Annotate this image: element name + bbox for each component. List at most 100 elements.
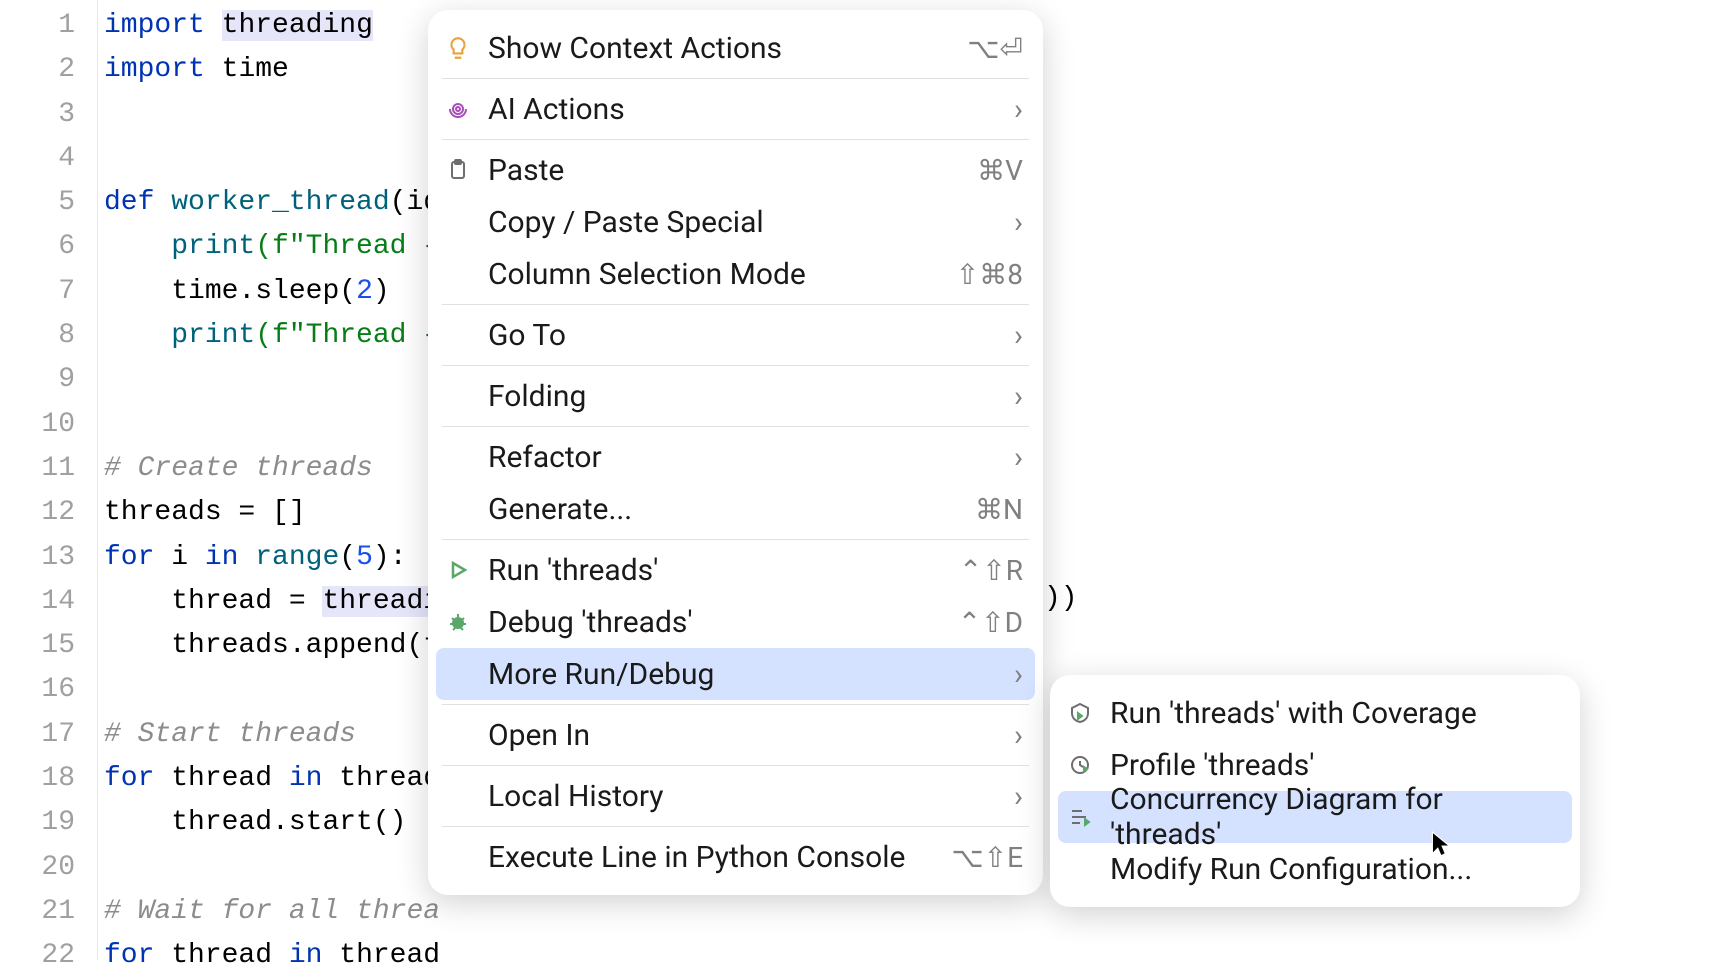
line-number: 13 <box>0 536 97 580</box>
menu-divider <box>442 765 1029 766</box>
line-number: 17 <box>0 713 97 757</box>
menu-item-more-run-debug[interactable]: More Run/Debug › <box>436 648 1035 700</box>
menu-item-paste[interactable]: Paste ⌘V <box>428 144 1043 196</box>
menu-label: Refactor <box>488 440 1014 475</box>
chevron-right-icon: › <box>1014 657 1023 692</box>
line-number: 5 <box>0 181 97 225</box>
gutter: 1 2 3 4 5 6 7 8 9 10 11 12 13 14 15 16 1… <box>0 0 98 960</box>
blank-icon <box>444 843 472 871</box>
menu-divider <box>442 704 1029 705</box>
submenu-item-modify-config[interactable]: Modify Run Configuration... <box>1050 843 1580 895</box>
menu-label: Modify Run Configuration... <box>1110 852 1560 887</box>
line-number: 1 <box>0 4 97 48</box>
line-number: 9 <box>0 358 97 402</box>
coverage-icon <box>1066 699 1094 727</box>
blank-icon <box>444 443 472 471</box>
menu-label: Debug 'threads' <box>488 605 958 640</box>
menu-shortcut: ⌥⏎ <box>967 32 1023 65</box>
line-number: 16 <box>0 668 97 712</box>
clipboard-icon <box>444 156 472 184</box>
menu-divider <box>442 826 1029 827</box>
menu-label: Folding <box>488 379 1014 414</box>
menu-item-run[interactable]: Run 'threads' ⌃⇧R <box>428 544 1043 596</box>
concurrency-icon <box>1066 803 1094 831</box>
chevron-right-icon: › <box>1014 718 1023 753</box>
more-run-debug-submenu: Run 'threads' with Coverage Profile 'thr… <box>1050 675 1580 907</box>
code-line[interactable]: for thread in thread <box>104 934 1718 978</box>
menu-item-refactor[interactable]: Refactor › <box>428 431 1043 483</box>
code-fragment: )) <box>1044 583 1078 614</box>
menu-divider <box>442 304 1029 305</box>
menu-label: Open In <box>488 718 1014 753</box>
blank-icon <box>444 660 472 688</box>
line-number: 14 <box>0 580 97 624</box>
menu-divider <box>442 139 1029 140</box>
line-number: 10 <box>0 403 97 447</box>
menu-item-folding[interactable]: Folding › <box>428 370 1043 422</box>
blank-icon <box>444 721 472 749</box>
blank-icon <box>444 495 472 523</box>
menu-item-ai-actions[interactable]: AI Actions › <box>428 83 1043 135</box>
menu-label: Run 'threads' <box>488 553 959 588</box>
chevron-right-icon: › <box>1014 318 1023 353</box>
submenu-item-concurrency-diagram[interactable]: Concurrency Diagram for 'threads' <box>1058 791 1572 843</box>
menu-item-generate[interactable]: Generate... ⌘N <box>428 483 1043 535</box>
line-number: 15 <box>0 624 97 668</box>
blank-icon <box>1066 855 1094 883</box>
submenu-item-run-coverage[interactable]: Run 'threads' with Coverage <box>1050 687 1580 739</box>
blank-icon <box>444 782 472 810</box>
menu-label: More Run/Debug <box>488 657 1014 692</box>
blank-icon <box>444 208 472 236</box>
chevron-right-icon: › <box>1014 779 1023 814</box>
menu-label: AI Actions <box>488 92 1014 127</box>
menu-item-debug[interactable]: Debug 'threads' ⌃⇧D <box>428 596 1043 648</box>
line-number: 6 <box>0 225 97 269</box>
menu-label: Run 'threads' with Coverage <box>1110 696 1560 731</box>
profile-icon <box>1066 751 1094 779</box>
line-number: 20 <box>0 846 97 890</box>
line-number: 8 <box>0 314 97 358</box>
menu-item-show-context-actions[interactable]: Show Context Actions ⌥⏎ <box>428 22 1043 74</box>
chevron-right-icon: › <box>1014 440 1023 475</box>
run-icon <box>444 556 472 584</box>
menu-item-local-history[interactable]: Local History › <box>428 770 1043 822</box>
menu-item-go-to[interactable]: Go To › <box>428 309 1043 361</box>
menu-label: Show Context Actions <box>488 31 967 66</box>
bug-icon <box>444 608 472 636</box>
chevron-right-icon: › <box>1014 379 1023 414</box>
menu-label: Paste <box>488 153 977 188</box>
line-number: 11 <box>0 447 97 491</box>
menu-item-column-selection[interactable]: Column Selection Mode ⇧⌘8 <box>428 248 1043 300</box>
menu-item-copy-paste-special[interactable]: Copy / Paste Special › <box>428 196 1043 248</box>
line-number: 3 <box>0 93 97 137</box>
line-number: 12 <box>0 491 97 535</box>
menu-divider <box>442 539 1029 540</box>
ai-spiral-icon <box>444 95 472 123</box>
blank-icon <box>444 382 472 410</box>
menu-label: Go To <box>488 318 1014 353</box>
editor-context-menu: Show Context Actions ⌥⏎ AI Actions › Pas… <box>428 10 1043 895</box>
menu-label: Copy / Paste Special <box>488 205 1014 240</box>
chevron-right-icon: › <box>1014 205 1023 240</box>
menu-shortcut: ⌘V <box>977 154 1023 187</box>
line-number: 19 <box>0 801 97 845</box>
menu-shortcut: ⌃⇧D <box>958 606 1023 639</box>
blank-icon <box>444 321 472 349</box>
menu-divider <box>442 365 1029 366</box>
menu-label: Execute Line in Python Console <box>488 840 951 875</box>
menu-label: Profile 'threads' <box>1110 748 1560 783</box>
line-number: 4 <box>0 137 97 181</box>
menu-item-open-in[interactable]: Open In › <box>428 709 1043 761</box>
menu-shortcut: ⌃⇧R <box>959 554 1023 587</box>
menu-shortcut: ⌥⇧E <box>951 841 1023 874</box>
line-number: 18 <box>0 757 97 801</box>
chevron-right-icon: › <box>1014 92 1023 127</box>
line-number: 22 <box>0 934 97 978</box>
bulb-icon <box>444 34 472 62</box>
menu-label: Local History <box>488 779 1014 814</box>
line-number: 21 <box>0 890 97 934</box>
menu-label: Concurrency Diagram for 'threads' <box>1110 782 1560 852</box>
blank-icon <box>444 260 472 288</box>
menu-shortcut: ⇧⌘8 <box>956 258 1023 291</box>
menu-item-execute-console[interactable]: Execute Line in Python Console ⌥⇧E <box>428 831 1043 883</box>
